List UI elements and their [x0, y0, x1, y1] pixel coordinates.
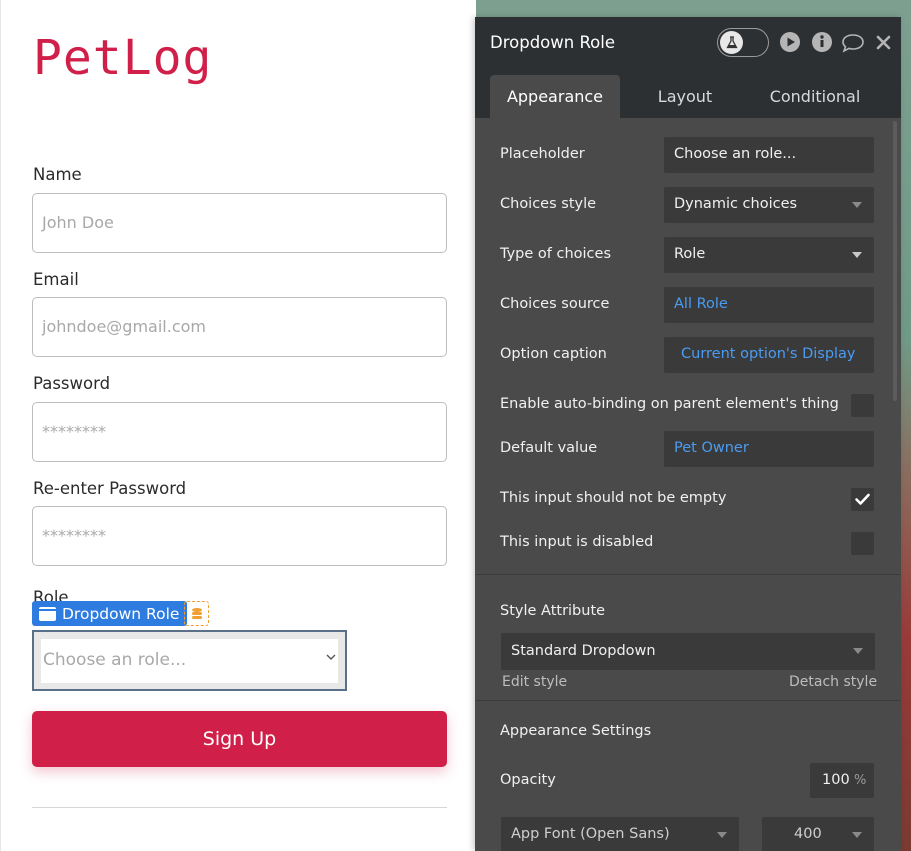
- tab-conditional[interactable]: Conditional: [755, 75, 875, 118]
- option-caption-value: Current option's Display: [681, 346, 856, 362]
- selected-element-tag[interactable]: Dropdown Role: [32, 601, 188, 626]
- choices-style-select[interactable]: Dynamic choices: [664, 187, 874, 223]
- caret-down-icon: [853, 648, 863, 654]
- dropdown-element-icon: [39, 606, 56, 621]
- caret-down-icon: [717, 832, 727, 838]
- role-dropdown-selected[interactable]: Choose an role...: [32, 630, 347, 691]
- type-of-choices-select[interactable]: Role: [664, 237, 874, 273]
- close-icon[interactable]: [876, 35, 891, 50]
- comment-icon[interactable]: [841, 33, 865, 53]
- placeholder-value: Choose an role...: [674, 146, 797, 162]
- style-attribute-heading: Style Attribute: [500, 603, 606, 619]
- opacity-input[interactable]: 100 %: [810, 763, 874, 798]
- panel-body: Placeholder Choose an role... Choices st…: [475, 118, 901, 851]
- panel-title: Dropdown Role: [490, 33, 616, 52]
- appearance-settings-heading: Appearance Settings: [500, 723, 652, 739]
- password-label: Password: [33, 374, 111, 393]
- reenter-password-placeholder: ********: [42, 526, 106, 545]
- email-placeholder: johndoe@gmail.com: [42, 317, 206, 336]
- selected-element-name: Dropdown Role: [62, 604, 180, 623]
- type-of-choices-label: Type of choices: [500, 246, 612, 262]
- option-caption-label: Option caption: [500, 346, 607, 362]
- disabled-label: This input is disabled: [500, 534, 654, 550]
- sign-up-button[interactable]: Sign Up: [32, 711, 447, 767]
- default-value-expression[interactable]: Pet Owner: [664, 431, 874, 467]
- role-dropdown-placeholder: Choose an role...: [43, 650, 187, 670]
- email-label: Email: [33, 270, 79, 289]
- email-input[interactable]: johndoe@gmail.com: [32, 297, 447, 357]
- tab-appearance[interactable]: Appearance: [490, 75, 620, 118]
- font-select[interactable]: App Font (Open Sans): [501, 817, 739, 851]
- checkmark-icon: [855, 493, 870, 505]
- disabled-checkbox[interactable]: [851, 532, 874, 555]
- placeholder-label: Placeholder: [500, 146, 585, 162]
- password-input[interactable]: ********: [32, 402, 447, 462]
- flask-icon: [720, 31, 743, 54]
- password-placeholder: ********: [42, 422, 106, 441]
- panel-header[interactable]: Dropdown Role: [475, 17, 901, 75]
- font-value: App Font (Open Sans): [511, 826, 670, 842]
- detach-style-link[interactable]: Detach style: [789, 674, 877, 690]
- role-dropdown[interactable]: Choose an role...: [41, 639, 338, 683]
- option-caption-expression[interactable]: Current option's Display: [664, 337, 874, 373]
- reenter-password-label: Re-enter Password: [33, 479, 187, 498]
- auto-binding-label: Enable auto-binding on parent element's …: [500, 396, 839, 412]
- opacity-unit: %: [854, 773, 867, 788]
- divider: [32, 807, 447, 808]
- opacity-value: 100: [822, 772, 850, 788]
- default-value-value: Pet Owner: [674, 440, 749, 456]
- app-logo: PetLog: [33, 30, 213, 86]
- font-weight-select[interactable]: 400: [762, 817, 874, 851]
- style-value: Standard Dropdown: [511, 643, 656, 659]
- choices-style-value: Dynamic choices: [674, 196, 798, 212]
- style-select[interactable]: Standard Dropdown: [501, 633, 875, 670]
- choices-source-label: Choices source: [500, 296, 610, 312]
- caret-down-icon: [852, 832, 862, 838]
- reenter-password-input[interactable]: ********: [32, 506, 447, 566]
- edit-style-link[interactable]: Edit style: [502, 674, 567, 690]
- not-empty-checkbox[interactable]: [851, 488, 874, 511]
- play-icon[interactable]: [779, 31, 801, 53]
- property-editor-panel: Dropdown Role Appearance Layout Conditio…: [475, 17, 901, 851]
- database-icon[interactable]: [184, 601, 209, 626]
- panel-scrollbar[interactable]: [893, 121, 897, 401]
- name-label: Name: [33, 165, 82, 184]
- auto-binding-checkbox[interactable]: [851, 394, 874, 417]
- chevron-down-icon: [326, 654, 336, 660]
- panel-tabs: Appearance Layout Conditional: [475, 75, 901, 118]
- choices-style-label: Choices style: [500, 196, 597, 212]
- section-divider: [475, 700, 901, 701]
- tab-layout[interactable]: Layout: [635, 75, 735, 118]
- name-input[interactable]: John Doe: [32, 193, 447, 253]
- placeholder-input[interactable]: Choose an role...: [664, 137, 874, 173]
- section-divider: [475, 574, 901, 575]
- app-canvas: PetLog Name John Doe Email johndoe@gmail…: [0, 0, 476, 851]
- type-of-choices-value: Role: [674, 246, 706, 262]
- caret-down-icon: [852, 252, 862, 258]
- choices-source-value: All Role: [674, 296, 728, 312]
- opacity-label: Opacity: [500, 772, 556, 788]
- info-icon[interactable]: [811, 31, 833, 53]
- test-mode-toggle[interactable]: [717, 28, 769, 57]
- caret-down-icon: [852, 202, 862, 208]
- default-value-label: Default value: [500, 440, 598, 456]
- not-empty-label: This input should not be empty: [500, 490, 727, 506]
- font-weight-value: 400: [794, 826, 822, 842]
- choices-source-expression[interactable]: All Role: [664, 287, 874, 323]
- name-placeholder: John Doe: [42, 213, 114, 232]
